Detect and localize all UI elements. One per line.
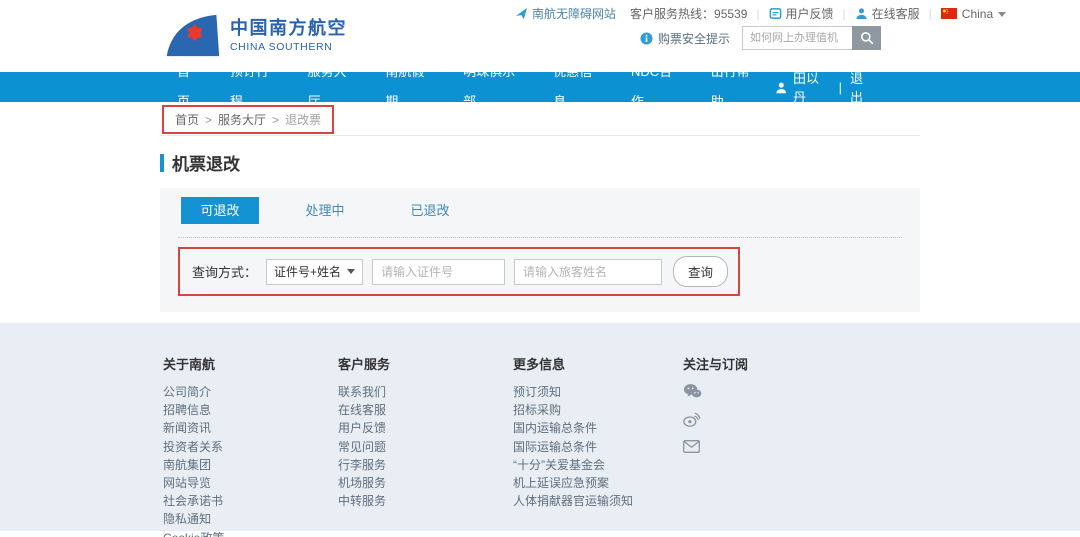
- feedback-form-icon: [769, 7, 782, 20]
- footer-link[interactable]: 国内运输总条件: [513, 419, 683, 437]
- footer-link[interactable]: 在线客服: [338, 401, 513, 419]
- query-form: 查询方式： 证件号+姓名 查询: [178, 247, 740, 296]
- footer-link[interactable]: 网站导览: [163, 474, 338, 492]
- footer-link[interactable]: 机上延误应急预案: [513, 474, 683, 492]
- id-number-input[interactable]: [372, 259, 505, 285]
- footer-column-about: 关于南航 公司简介 招聘信息 新闻资讯 投资者关系 南航集团 网站导览 社会承诺…: [163, 354, 338, 537]
- footer-columns: 关于南航 公司简介 招聘信息 新闻资讯 投资者关系 南航集团 网站导览 社会承诺…: [163, 323, 1080, 537]
- status-tabs: 可退改 处理中 已退改: [181, 197, 920, 224]
- footer-link[interactable]: 中转服务: [338, 492, 513, 510]
- query-mode-label: 查询方式：: [192, 262, 257, 281]
- footer-link[interactable]: 人体捐献器官运输须知: [513, 492, 683, 510]
- breadcrumb-separator: >: [205, 113, 212, 127]
- company-logo[interactable]: 中国南方航空 CHINA SOUTHERN: [163, 13, 347, 58]
- region-selector[interactable]: China: [941, 7, 1006, 21]
- secondary-utility-row: 购票安全提示: [640, 26, 881, 50]
- user-feedback-link[interactable]: 用户反馈: [769, 5, 834, 22]
- footer-link[interactable]: 投资者关系: [163, 438, 338, 456]
- breadcrumb-current: 退改票: [285, 111, 321, 128]
- tab-processing[interactable]: 处理中: [286, 197, 364, 224]
- weibo-icon[interactable]: [683, 412, 833, 427]
- footer-link[interactable]: 招标采购: [513, 401, 683, 419]
- footer-link[interactable]: 隐私通知: [163, 510, 338, 528]
- wechat-icon[interactable]: [683, 383, 833, 399]
- logo-text: 中国南方航空 CHINA SOUTHERN: [230, 18, 347, 53]
- main-content: 机票退改 可退改 处理中 已退改 查询方式： 证件号+姓名 查询: [160, 150, 920, 312]
- breadcrumb-row: 首页 > 服务大厅 > 退改票: [160, 102, 920, 136]
- select-caret-icon: [347, 269, 355, 274]
- footer-link[interactable]: 预订须知: [513, 383, 683, 401]
- main-navigation: 首页 预订行程 服务大厅 南航假期 明珠俱乐部 优惠信息 NDC合作 出行帮助 …: [0, 72, 1080, 102]
- breadcrumb-separator: >: [272, 113, 279, 127]
- logo-chinese-name: 中国南方航空: [230, 18, 347, 40]
- logout-link[interactable]: 退出: [850, 68, 875, 106]
- footer-heading: 关注与订阅: [683, 354, 833, 373]
- footer-link[interactable]: Cookie政策: [163, 529, 338, 537]
- user-account-area: 田以丹 | 退出: [775, 68, 876, 106]
- info-icon: [640, 32, 653, 45]
- page: 中国南方航空 CHINA SOUTHERN 南航无障碍网站 客户服务热线：955…: [0, 0, 1080, 537]
- breadcrumb-home[interactable]: 首页: [175, 111, 199, 128]
- agent-person-icon: [855, 7, 868, 20]
- passenger-name-input[interactable]: [514, 259, 662, 285]
- online-service-link[interactable]: 在线客服: [855, 5, 920, 22]
- footer-link[interactable]: 招聘信息: [163, 401, 338, 419]
- paper-plane-icon: [515, 7, 528, 20]
- footer-link[interactable]: 常见问题: [338, 438, 513, 456]
- separator: |: [843, 7, 846, 21]
- footer-column-more-info: 更多信息 预订须知 招标采购 国内运输总条件 国际运输总条件 “十分”关爱基金会…: [513, 354, 683, 537]
- breadcrumb: 首页 > 服务大厅 > 退改票: [162, 105, 334, 134]
- site-search-input[interactable]: [742, 26, 852, 50]
- chevron-down-icon: [998, 12, 1006, 17]
- dotted-divider: [178, 237, 902, 238]
- separator: |: [929, 7, 932, 21]
- user-icon: [775, 81, 788, 94]
- site-search: [742, 26, 881, 50]
- footer-heading: 关于南航: [163, 354, 338, 373]
- service-hotline: 客户服务热线：95539: [630, 5, 747, 22]
- email-icon[interactable]: [683, 440, 833, 453]
- footer-column-subscribe: 关注与订阅: [683, 354, 833, 537]
- ticket-safety-tip-link[interactable]: 购票安全提示: [640, 30, 730, 47]
- footer-link[interactable]: 联系我们: [338, 383, 513, 401]
- social-icons: [683, 383, 833, 453]
- page-title: 机票退改: [160, 150, 920, 175]
- footer-link[interactable]: 国际运输总条件: [513, 438, 683, 456]
- footer-link[interactable]: 社会承诺书: [163, 492, 338, 510]
- accessibility-site-link[interactable]: 南航无障碍网站: [515, 5, 616, 22]
- footer-link[interactable]: 机场服务: [338, 474, 513, 492]
- breadcrumb-service-hall[interactable]: 服务大厅: [218, 111, 266, 128]
- username[interactable]: 田以丹: [793, 68, 831, 106]
- utility-row: 南航无障碍网站 客户服务热线：95539 | 用户反馈 | 在线客服 | Chi…: [515, 5, 1006, 22]
- footer-link[interactable]: 用户反馈: [338, 419, 513, 437]
- id-type-select-value: 证件号+姓名: [274, 263, 341, 280]
- search-icon: [860, 31, 874, 45]
- china-flag-icon: [941, 8, 957, 19]
- logo-english-name: CHINA SOUTHERN: [230, 41, 347, 53]
- title-accent-bar: [160, 154, 164, 172]
- footer-link[interactable]: 公司简介: [163, 383, 338, 401]
- tab-refundable[interactable]: 可退改: [181, 197, 259, 224]
- id-type-select[interactable]: 证件号+姓名: [266, 259, 363, 285]
- page-title-text: 机票退改: [172, 150, 240, 175]
- footer-link[interactable]: 南航集团: [163, 456, 338, 474]
- footer-heading: 更多信息: [513, 354, 683, 373]
- footer-heading: 客户服务: [338, 354, 513, 373]
- refund-panel: 可退改 处理中 已退改 查询方式： 证件号+姓名 查询: [160, 188, 920, 312]
- search-button[interactable]: [852, 26, 881, 50]
- footer-link[interactable]: “十分”关爱基金会: [513, 456, 683, 474]
- footer-link[interactable]: 行李服务: [338, 456, 513, 474]
- query-button[interactable]: 查询: [673, 256, 728, 287]
- separator: |: [756, 7, 759, 21]
- tab-refunded[interactable]: 已退改: [391, 197, 469, 224]
- separator: |: [839, 80, 842, 95]
- footer-link[interactable]: 新闻资讯: [163, 419, 338, 437]
- airline-tailfin-icon: [163, 13, 221, 58]
- footer-column-customer-service: 客户服务 联系我们 在线客服 用户反馈 常见问题 行李服务 机场服务 中转服务: [338, 354, 513, 537]
- footer: 关于南航 公司简介 招聘信息 新闻资讯 投资者关系 南航集团 网站导览 社会承诺…: [0, 323, 1080, 531]
